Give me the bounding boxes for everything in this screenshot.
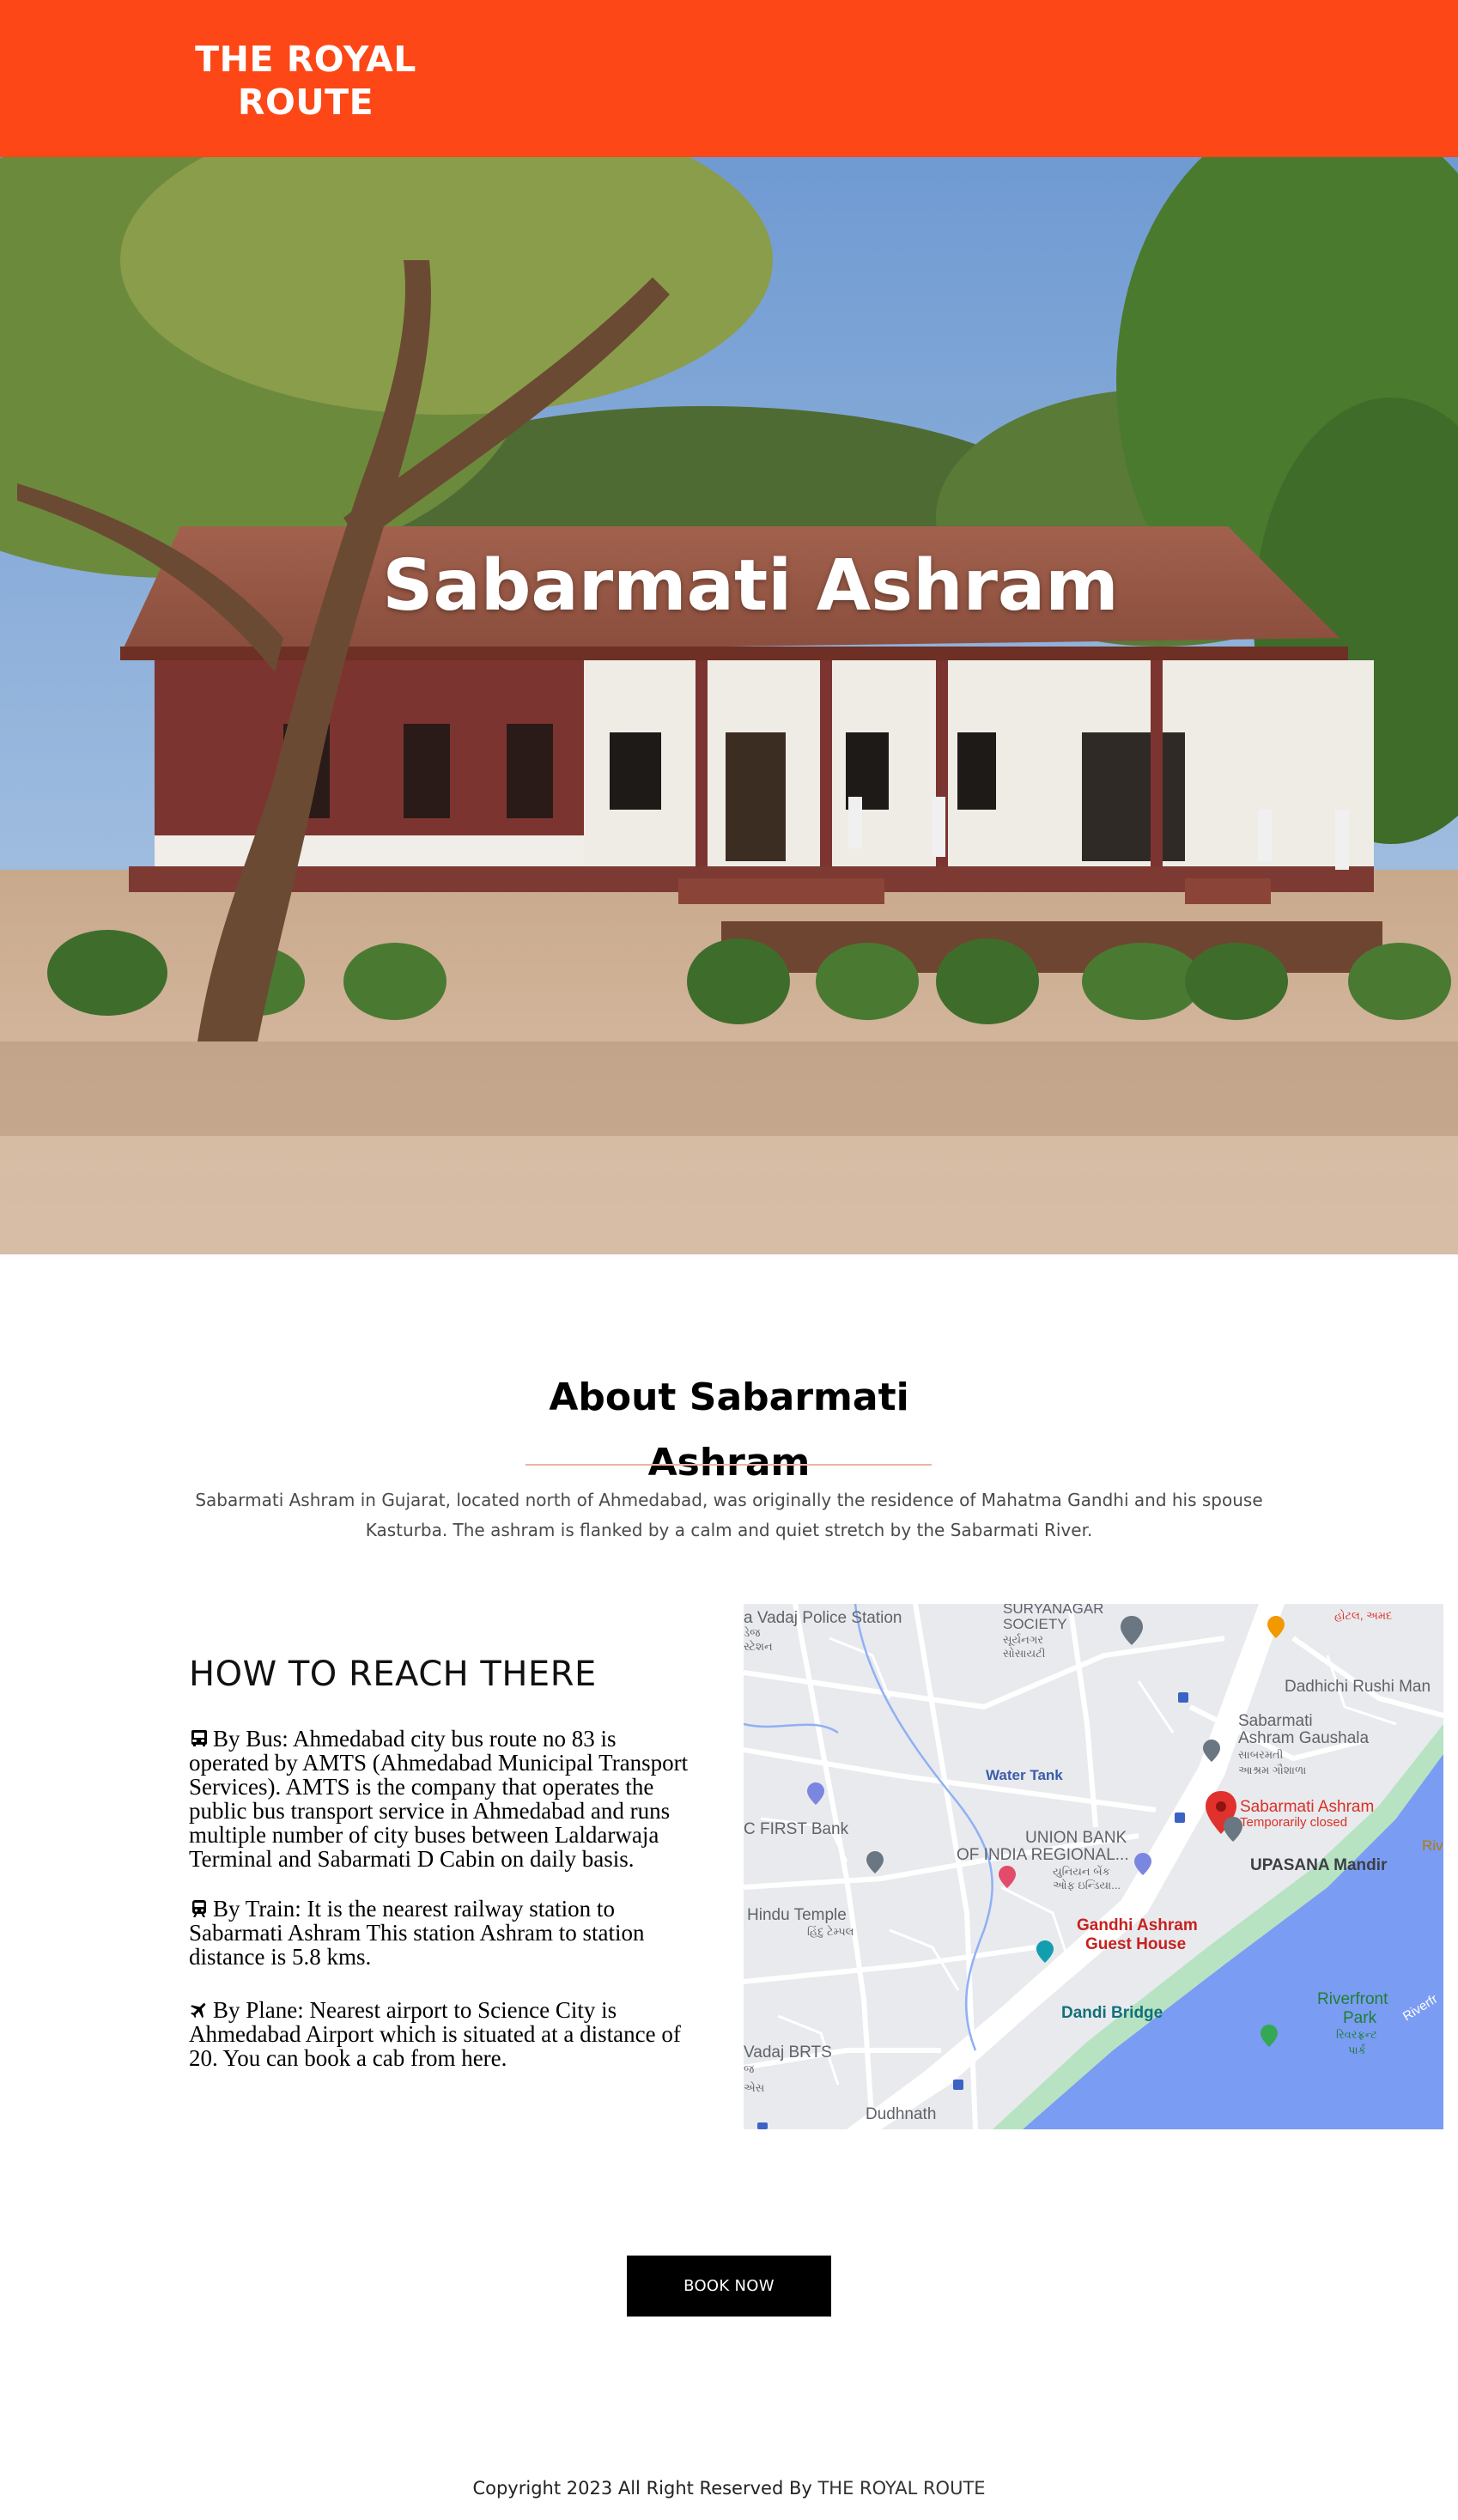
reach-bus-line-3: Services). AMTS is the company that oper… [189, 1774, 654, 1800]
map-label-riverfront-2: Park [1343, 2009, 1377, 2027]
map-label-vadaj-police: a Vadaj Police Station [744, 1609, 902, 1627]
map-label-society: SOCIETY [1003, 1616, 1067, 1632]
reach-plane-line-2: Ahmedabad Airport which is situated at a… [189, 2021, 681, 2047]
map-label-vadaj-brts-gu-1: જ [744, 2062, 755, 2075]
map-label-top-right-gu: હોટલ, અમદ [1334, 1609, 1393, 1622]
about-text-line-2: Kasturba. The ashram is flanked by a cal… [365, 1520, 1093, 1540]
map-label-ashram-pin[interactable]: Sabarmati Ashram [1240, 1798, 1374, 1817]
footer-brand-link[interactable]: THE ROYAL ROUTE [817, 2478, 985, 2499]
logo-line-1: THE ROYAL [195, 39, 416, 80]
reach-bus-line-4: public bus transport service in Ahmedaba… [189, 1798, 671, 1824]
map-label-hindu-temple: Hindu Temple [747, 1906, 847, 1924]
map-label-dandi-bridge: Dandi Bridge [1061, 2004, 1163, 2022]
map-label-riverfront-gu-2: પાર્ક [1348, 2043, 1366, 2056]
hero-image [0, 157, 1458, 1254]
map-label-hindu-temple-gu: હિંદુ ટેમ્પલ [807, 1925, 854, 1938]
about-divider [525, 1464, 932, 1466]
map-label-suryanagar-gu: સૂર્યનગર [1003, 1633, 1044, 1646]
map-label-water-tank: Water Tank [986, 1767, 1063, 1783]
site-header: THE ROYAL ROUTE [0, 0, 1458, 157]
map-label-first-bank: C FIRST Bank [744, 1820, 849, 1838]
site-logo[interactable]: THE ROYAL ROUTE [172, 38, 440, 124]
map-label-union-gu-2: ઓફ ઇન્ડિયા... [1053, 1879, 1121, 1892]
map-label-union-gu-1: યુનિયન બેંક [1053, 1865, 1110, 1878]
train-icon [189, 1898, 210, 1919]
reach-item-bus: By Bus: Ahmedabad city bus route no 83 i… [189, 1727, 714, 1871]
reach-plane-line-1: By Plane: Nearest airport to Science Cit… [213, 1997, 617, 2023]
hero-title: Sabarmati Ashram [382, 545, 1119, 627]
map-label-gandhi-guest-2: Guest House [1085, 1935, 1187, 1953]
map-label-sabarmati-gu: સાબરમતી [1238, 1748, 1284, 1761]
map-label-gaushala-gu: આશ્રમ ગૌશાળા [1238, 1764, 1307, 1776]
site-footer: Copyright 2023 All Right Reserved By THE… [0, 2475, 1458, 2501]
reach-bus-line-5: multiple number of city buses between La… [189, 1822, 659, 1848]
map-label-vadaj-police-gu: ડેજ [744, 1626, 761, 1639]
map-label-ashram-status: Temporarily closed [1240, 1815, 1348, 1830]
map-label-river-edge: Riv [1422, 1837, 1443, 1854]
about-text-line-1: Sabarmati Ashram in Gujarat, located nor… [195, 1490, 1263, 1510]
book-now-button[interactable]: BOOK NOW [627, 2256, 831, 2317]
map-label-society-gu: સોસાયટી [1003, 1647, 1046, 1660]
bus-icon [189, 1728, 210, 1749]
map-label-riverfront-1: Riverfront [1317, 1990, 1388, 2008]
reach-train-line-3: distance is 5.8 kms. [189, 1944, 372, 1970]
footer-copyright: Copyright 2023 All Right Reserved By [472, 2478, 812, 2499]
map-label-union-bank-1: UNION BANK [1025, 1829, 1127, 1847]
map-label-dudhnath: Dudhnath [866, 2105, 937, 2123]
hero-banner: Sabarmati Ashram [0, 157, 1458, 1254]
map-label-gaushala-2: Ashram Gaushala [1238, 1729, 1370, 1747]
map-label-vadaj-police-gu2: સ્ટેશન [744, 1640, 773, 1653]
plane-icon [189, 2000, 210, 2020]
map-label-gaushala-1: Sabarmati [1238, 1712, 1313, 1730]
reach-item-plane: By Plane: Nearest airport to Science Cit… [189, 1998, 714, 2070]
about-text: Sabarmati Ashram in Gujarat, located nor… [191, 1485, 1267, 1545]
map-label-dadhichi: Dadhichi Rushi Man [1285, 1678, 1431, 1696]
logo-line-2: ROUTE [237, 82, 374, 123]
reach-bus-line-2: operated by AMTS (Ahmedabad Municipal Tr… [189, 1750, 689, 1776]
reach-bus-line-1: By Bus: Ahmedabad city bus route no 83 i… [213, 1726, 617, 1752]
location-map[interactable]: a Vadaj Police Station ડેજ સ્ટેશન SURYAN… [744, 1604, 1443, 2129]
reach-train-line-2: Sabarmati Ashram This station Ashram to … [189, 1920, 645, 1946]
reach-item-train: By Train: It is the nearest railway stat… [189, 1897, 714, 1969]
map-label-upasana: UPASANA Mandir [1250, 1856, 1388, 1874]
map-label-vadaj-brts: Vadaj BRTS [744, 2043, 832, 2062]
map-label-riverfront-gu-1: રિવરફ્રન્ટ [1336, 2028, 1377, 2041]
about-title: About Sabarmati Ashram [481, 1365, 977, 1496]
reach-plane-line-3: 20. You can book a cab from here. [189, 2045, 507, 2071]
reach-title: HOW TO REACH THERE [189, 1655, 597, 1694]
map-label-gandhi-guest-1: Gandhi Ashram [1077, 1916, 1198, 1934]
map-label-union-bank-2: OF INDIA REGIONAL... [957, 1846, 1129, 1864]
reach-bus-line-6: Terminal and Sabarmati D Cabin on daily … [189, 1846, 635, 1872]
about-title-line-1: About Sabarmati [549, 1375, 909, 1419]
reach-train-line-1: By Train: It is the nearest railway stat… [213, 1896, 615, 1922]
map-label-vadaj-brts-gu-2: એસ [744, 2081, 765, 2094]
